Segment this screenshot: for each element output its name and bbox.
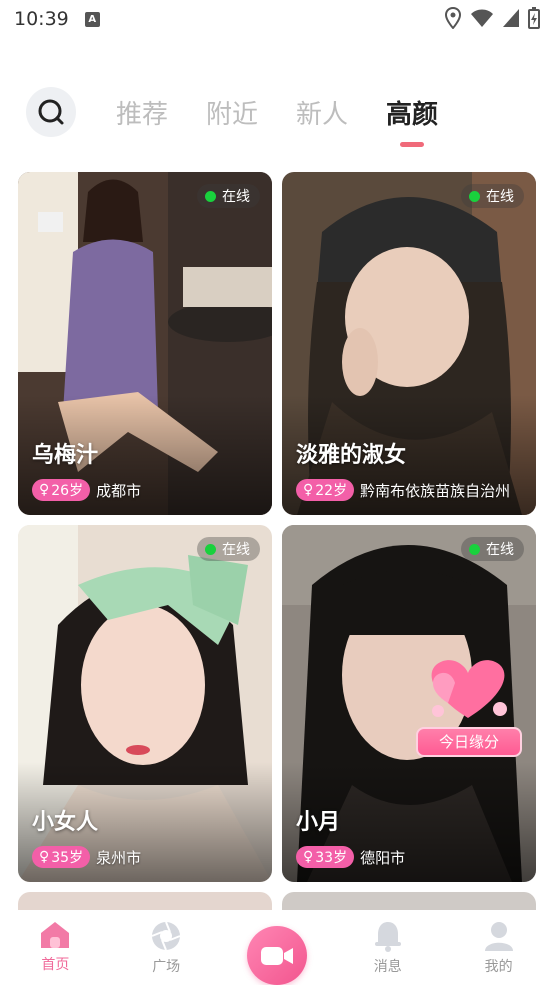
profile-meta: ♀ 22岁 黔南布依族苗族自治州 <box>296 479 510 501</box>
city-label: 黔南布依族苗族自治州 <box>360 481 511 500</box>
tab-recommend[interactable]: 推荐 <box>116 94 168 131</box>
aperture-icon <box>151 921 181 951</box>
online-dot-icon <box>469 190 480 202</box>
status-time: 10:39 <box>14 8 69 30</box>
age-label: 35岁 <box>51 850 84 866</box>
female-icon: ♀ <box>303 482 314 498</box>
age-badge: ♀ 35岁 <box>32 846 91 868</box>
video-camera-icon <box>260 946 293 965</box>
online-label: 在线 <box>486 189 514 205</box>
profile-card[interactable]: 今日缘分 在线 小月 ♀ 33岁 德阳市 <box>282 525 536 882</box>
wifi-icon <box>471 9 493 27</box>
signal-icon <box>503 9 519 27</box>
search-button[interactable] <box>26 87 76 137</box>
profile-card[interactable] <box>18 892 272 910</box>
age-label: 22岁 <box>315 483 348 499</box>
tab-newcomers[interactable]: 新人 <box>296 94 348 131</box>
nav-label: 首页 <box>41 957 70 973</box>
nav-home[interactable]: 首页 <box>0 910 111 985</box>
age-badge: ♀ 22岁 <box>296 479 355 501</box>
notification-icon: A <box>84 11 100 27</box>
heart-sticker-icon <box>431 660 507 718</box>
profile-card[interactable]: 在线 乌梅汁 ♀ 26岁 成都市 <box>18 172 272 515</box>
female-icon: ♀ <box>39 849 50 865</box>
age-label: 26岁 <box>51 483 84 499</box>
home-icon <box>41 922 70 948</box>
nav-label: 我的 <box>484 959 513 975</box>
age-badge: ♀ 33岁 <box>296 846 355 868</box>
profile-name: 淡雅的淑女 <box>296 443 407 468</box>
video-call-button[interactable] <box>246 926 307 985</box>
female-icon: ♀ <box>39 482 50 498</box>
profile-name: 乌梅汁 <box>32 443 99 468</box>
profile-card[interactable] <box>282 892 536 910</box>
city-label: 泉州市 <box>96 848 142 867</box>
tab-good-looking[interactable]: 高颜 <box>386 94 438 131</box>
status-icons <box>444 7 540 29</box>
profile-meta: ♀ 26岁 成都市 <box>32 479 141 501</box>
online-label: 在线 <box>222 189 250 205</box>
profile-name: 小女人 <box>32 810 99 835</box>
online-label: 在线 <box>222 542 250 558</box>
city-label: 成都市 <box>96 481 142 500</box>
profile-icon <box>484 922 513 951</box>
fate-badge[interactable]: 今日缘分 <box>416 727 522 757</box>
bell-icon <box>374 922 401 952</box>
online-dot-icon <box>205 190 216 202</box>
nav-square[interactable]: 广场 <box>111 910 222 985</box>
online-status: 在线 <box>197 184 260 208</box>
online-status: 在线 <box>197 537 260 561</box>
online-dot-icon <box>469 543 480 555</box>
online-dot-icon <box>205 543 216 555</box>
status-bar: 10:39 A <box>0 0 554 38</box>
nav-video-call[interactable] <box>222 910 333 985</box>
nav-label: 广场 <box>152 959 181 975</box>
female-icon: ♀ <box>303 849 314 865</box>
nav-label: 消息 <box>373 959 402 975</box>
city-label: 德阳市 <box>360 848 406 867</box>
profile-name: 小月 <box>296 810 341 835</box>
age-label: 33岁 <box>315 850 348 866</box>
nav-profile[interactable]: 我的 <box>443 910 554 985</box>
profile-card[interactable]: 在线 淡雅的淑女 ♀ 22岁 黔南布依族苗族自治州 <box>282 172 536 515</box>
online-status: 在线 <box>461 184 524 208</box>
profile-card[interactable]: 在线 小女人 ♀ 35岁 泉州市 <box>18 525 272 882</box>
nav-messages[interactable]: 消息 <box>332 910 443 985</box>
tab-nearby[interactable]: 附近 <box>206 94 258 131</box>
online-label: 在线 <box>486 542 514 558</box>
location-icon <box>444 7 462 29</box>
battery-icon <box>528 7 540 29</box>
search-icon <box>38 99 64 125</box>
category-tabs: 推荐 附近 新人 高颜 <box>26 86 476 138</box>
profile-meta: ♀ 35岁 泉州市 <box>32 846 141 868</box>
profile-meta: ♀ 33岁 德阳市 <box>296 846 405 868</box>
bottom-nav: 首页 广场 消息 我的 <box>0 910 554 985</box>
online-status: 在线 <box>461 537 524 561</box>
profile-grid: 在线 乌梅汁 ♀ 26岁 成都市 在线 淡雅的淑女 ♀ 22岁 黔南布依族苗族自治州 <box>0 172 554 910</box>
age-badge: ♀ 26岁 <box>32 479 91 501</box>
